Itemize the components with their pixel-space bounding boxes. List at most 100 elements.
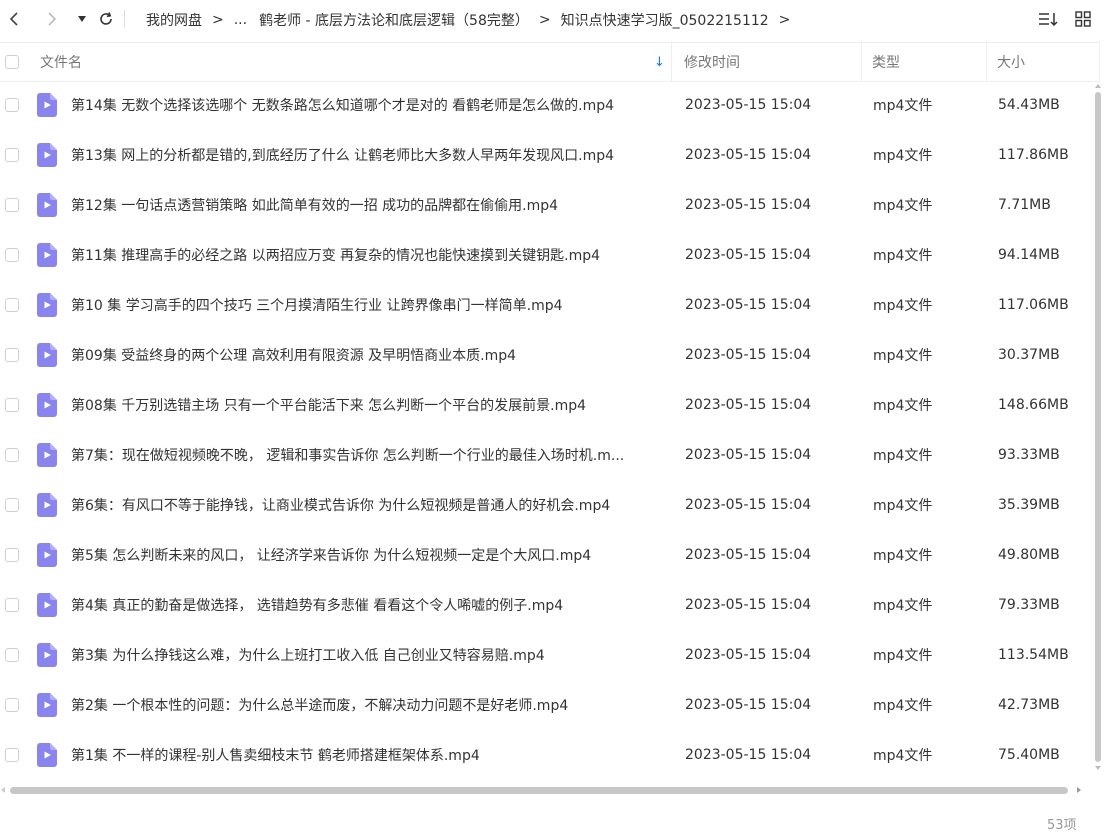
- table-row[interactable]: 第11集 推理高手的必经之路 以两招应万变 再复杂的情况也能快速摸到关键钥匙.m…: [0, 230, 1090, 280]
- table-row[interactable]: 第10 集 学习高手的四个技巧 三个月摸清陌生行业 让跨界像串门一样简单.mp4…: [0, 280, 1090, 330]
- video-file-icon: [37, 343, 57, 367]
- file-name[interactable]: 第6集：有风口不等于能挣钱，让商业模式告诉你 为什么短视频是普通人的好机会.mp…: [71, 495, 671, 515]
- table-row[interactable]: 第3集 为什么挣钱这么难，为什么上班打工收入低 自己创业又特容易赔.mp4 202…: [0, 630, 1090, 680]
- header-type-column[interactable]: 类型: [862, 43, 987, 81]
- file-name[interactable]: 第4集 真正的勤奋是做选择， 选错趋势有多悲催 看看这个令人唏嘘的例子.mp4: [71, 595, 671, 615]
- file-name[interactable]: 第13集 网上的分析都是错的,到底经历了什么 让鹤老师比大多数人早两年发现风口.…: [71, 145, 671, 165]
- row-checkbox[interactable]: [5, 298, 19, 312]
- file-size: 94.14MB: [998, 247, 1060, 263]
- row-checkbox[interactable]: [5, 698, 19, 712]
- table-row[interactable]: 第7集：现在做短视频晚不晚， 逻辑和事实告诉你 怎么判断一个行业的最佳入场时机.…: [0, 430, 1090, 480]
- table-row[interactable]: 第12集 一句话点透营销策略 如此简单有效的一招 成功的品牌都在偷偷用.mp4 2…: [0, 180, 1090, 230]
- chevron-left-icon: [9, 12, 18, 26]
- row-checkbox[interactable]: [5, 648, 19, 662]
- forward-button[interactable]: [42, 9, 62, 29]
- row-checkbox[interactable]: [5, 498, 19, 512]
- file-name[interactable]: 第12集 一句话点透营销策略 如此简单有效的一招 成功的品牌都在偷偷用.mp4: [71, 195, 671, 215]
- row-checkbox[interactable]: [5, 148, 19, 162]
- file-name[interactable]: 第3集 为什么挣钱这么难，为什么上班打工收入低 自己创业又特容易赔.mp4: [71, 645, 671, 665]
- row-checkbox[interactable]: [5, 98, 19, 112]
- vertical-scrollbar[interactable]: [1093, 82, 1103, 772]
- file-modified-time: 2023-05-15 15:04: [685, 547, 812, 563]
- header-modified-label: 修改时间: [684, 55, 740, 71]
- table-row[interactable]: 第14集 无数个选择该选哪个 无数条路怎么知道哪个才是对的 看鹤老师是怎么做的.…: [0, 80, 1090, 130]
- row-checkbox[interactable]: [5, 398, 19, 412]
- file-modified-time: 2023-05-15 15:04: [685, 447, 812, 463]
- file-modified-time: 2023-05-15 15:04: [685, 747, 812, 763]
- table-row[interactable]: 第08集 千万别选错主场 只有一个平台能活下来 怎么判断一个平台的发展前景.mp…: [0, 380, 1090, 430]
- header-modified-column[interactable]: 修改时间: [672, 43, 862, 81]
- file-type: mp4文件: [873, 348, 933, 364]
- table-row[interactable]: 第2集 一个根本性的问题：为什么总半途而废，不解决动力问题不是好老师.mp4 20…: [0, 680, 1090, 730]
- file-name[interactable]: 第2集 一个根本性的问题：为什么总半途而废，不解决动力问题不是好老师.mp4: [71, 695, 671, 715]
- file-name[interactable]: 第5集 怎么判断未来的风口， 让经济学来告诉你 为什么短视频一定是个大风口.mp…: [71, 545, 671, 565]
- chevron-right-icon: [48, 12, 57, 26]
- row-checkbox[interactable]: [5, 348, 19, 362]
- scroll-down-arrow-icon: [1095, 766, 1101, 770]
- sort-button[interactable]: [1038, 9, 1058, 29]
- video-file-icon: [37, 243, 57, 267]
- table-row[interactable]: 第5集 怎么判断未来的风口， 让经济学来告诉你 为什么短视频一定是个大风口.mp…: [0, 530, 1090, 580]
- table-row[interactable]: 第6集：有风口不等于能挣钱，让商业模式告诉你 为什么短视频是普通人的好机会.mp…: [0, 480, 1090, 530]
- video-file-icon: [37, 393, 57, 417]
- table-row[interactable]: 第1集 不一样的课程-别人售卖细枝末节 鹤老师搭建框架体系.mp4 2023-05…: [0, 730, 1090, 780]
- video-file-icon: [37, 693, 57, 717]
- back-button[interactable]: [4, 9, 24, 29]
- grid-view-icon: [1075, 11, 1091, 27]
- video-file-icon: [37, 493, 57, 517]
- top-toolbar: 我的网盘 > ... 鹤老师 - 底层方法论和底层逻辑（58完整） > 知识点快…: [0, 0, 1105, 38]
- file-modified-time: 2023-05-15 15:04: [685, 147, 812, 163]
- row-checkbox[interactable]: [5, 248, 19, 262]
- header-name-column[interactable]: 文件名 ↓: [0, 43, 672, 81]
- file-type: mp4文件: [873, 498, 933, 514]
- file-size: 79.33MB: [998, 597, 1060, 613]
- row-checkbox[interactable]: [5, 548, 19, 562]
- file-size: 117.86MB: [998, 147, 1069, 163]
- file-size: 30.37MB: [998, 347, 1060, 363]
- file-list: 第14集 无数个选择该选哪个 无数条路怎么知道哪个才是对的 看鹤老师是怎么做的.…: [0, 80, 1090, 780]
- breadcrumb-item-course[interactable]: 鹤老师 - 底层方法论和底层逻辑（58完整）: [259, 10, 529, 30]
- file-type: mp4文件: [873, 698, 933, 714]
- grid-view-button[interactable]: [1073, 9, 1093, 29]
- file-type: mp4文件: [873, 248, 933, 264]
- header-size-column[interactable]: 大小: [987, 43, 1100, 81]
- breadcrumb-item-current[interactable]: 知识点快速学习版_0502215112: [561, 10, 769, 30]
- history-dropdown-button[interactable]: [72, 9, 92, 29]
- file-size: 75.40MB: [998, 747, 1060, 763]
- row-checkbox[interactable]: [5, 598, 19, 612]
- breadcrumb-item-root[interactable]: 我的网盘: [146, 10, 202, 30]
- breadcrumb: 我的网盘 > ... 鹤老师 - 底层方法论和底层逻辑（58完整） > 知识点快…: [146, 10, 800, 30]
- file-type: mp4文件: [873, 548, 933, 564]
- vertical-scrollbar-thumb: [1095, 92, 1101, 762]
- file-size: 148.66MB: [998, 397, 1069, 413]
- video-file-icon: [37, 143, 57, 167]
- file-type: mp4文件: [873, 448, 933, 464]
- refresh-button[interactable]: [96, 9, 116, 29]
- row-checkbox[interactable]: [5, 198, 19, 212]
- video-file-icon: [37, 93, 57, 117]
- file-name[interactable]: 第11集 推理高手的必经之路 以两招应万变 再复杂的情况也能快速摸到关键钥匙.m…: [71, 245, 671, 265]
- toolbar-divider: [124, 10, 125, 28]
- file-modified-time: 2023-05-15 15:04: [685, 347, 812, 363]
- select-all-checkbox[interactable]: [5, 55, 19, 69]
- table-row[interactable]: 第4集 真正的勤奋是做选择， 选错趋势有多悲催 看看这个令人唏嘘的例子.mp4 2…: [0, 580, 1090, 630]
- refresh-icon: [100, 12, 112, 25]
- file-name[interactable]: 第08集 千万别选错主场 只有一个平台能活下来 怎么判断一个平台的发展前景.mp…: [71, 395, 671, 415]
- row-checkbox[interactable]: [5, 748, 19, 762]
- table-row[interactable]: 第13集 网上的分析都是错的,到底经历了什么 让鹤老师比大多数人早两年发现风口.…: [0, 130, 1090, 180]
- file-size: 113.54MB: [998, 647, 1069, 663]
- header-size-label: 大小: [997, 55, 1025, 71]
- file-size: 35.39MB: [998, 497, 1060, 513]
- file-name[interactable]: 第1集 不一样的课程-别人售卖细枝末节 鹤老师搭建框架体系.mp4: [71, 745, 671, 765]
- horizontal-scrollbar[interactable]: [0, 782, 1090, 796]
- file-size: 49.80MB: [998, 547, 1060, 563]
- breadcrumb-item-ellipsis[interactable]: ...: [234, 12, 247, 28]
- row-checkbox[interactable]: [5, 448, 19, 462]
- table-row[interactable]: 第09集 受益终身的两个公理 高效利用有限资源 及早明悟商业本质.mp4 2023…: [0, 330, 1090, 380]
- file-name[interactable]: 第7集：现在做短视频晚不晚， 逻辑和事实告诉你 怎么判断一个行业的最佳入场时机.…: [71, 445, 671, 465]
- file-name[interactable]: 第10 集 学习高手的四个技巧 三个月摸清陌生行业 让跨界像串门一样简单.mp4: [71, 295, 671, 315]
- file-name[interactable]: 第14集 无数个选择该选哪个 无数条路怎么知道哪个才是对的 看鹤老师是怎么做的.…: [71, 95, 671, 115]
- video-file-icon: [37, 293, 57, 317]
- file-name[interactable]: 第09集 受益终身的两个公理 高效利用有限资源 及早明悟商业本质.mp4: [71, 345, 671, 365]
- file-type: mp4文件: [873, 648, 933, 664]
